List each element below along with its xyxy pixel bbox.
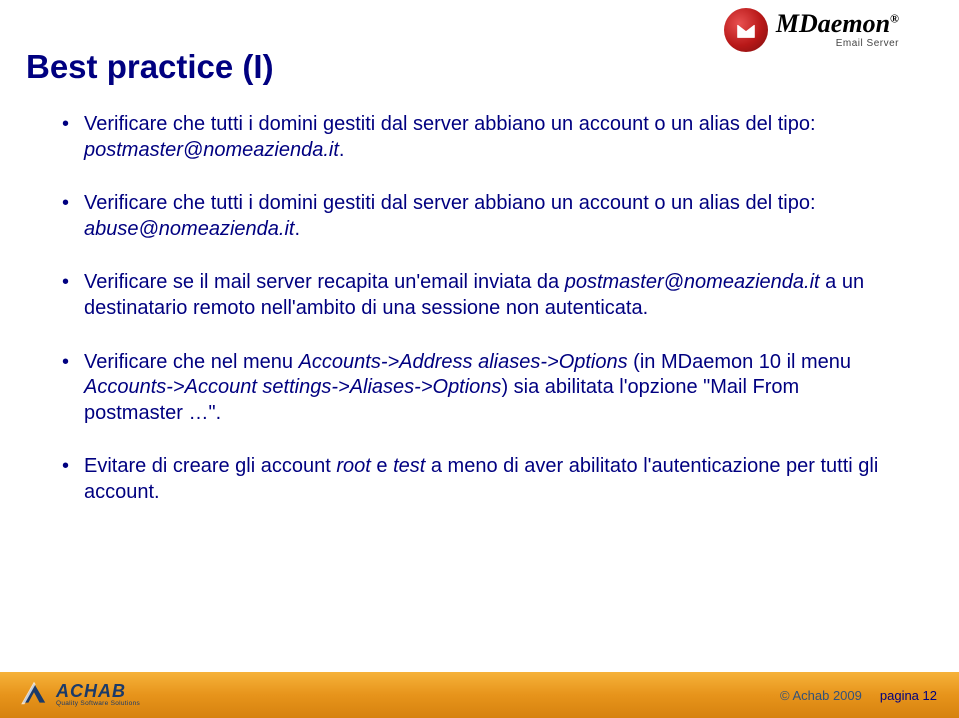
bullet-item: Verificare se il mail server recapita un…	[58, 270, 901, 321]
bullet-item: Verificare che tutti i domini gestiti da…	[58, 191, 901, 242]
achab-logo: ACHAB Quality Software Solutions	[18, 678, 140, 713]
bullet-item: Verificare che nel menu Accounts->Addres…	[58, 350, 901, 427]
slide-body: Verificare che tutti i domini gestiti da…	[58, 112, 901, 534]
page-title: Best practice (I)	[26, 48, 274, 86]
page-number: pagina 12	[880, 688, 937, 703]
footer-bar: ACHAB Quality Software Solutions © Achab…	[0, 672, 959, 718]
mdaemon-logo-mark-icon	[724, 8, 768, 52]
achab-logo-name: ACHAB	[56, 682, 140, 700]
bullet-item: Verificare che tutti i domini gestiti da…	[58, 112, 901, 163]
achab-logo-icon	[18, 678, 50, 713]
mdaemon-logo: MDaemon® Email Server	[724, 8, 899, 52]
bullet-item: Evitare di creare gli account root e tes…	[58, 454, 901, 505]
mdaemon-logo-name: MDaemon®	[776, 11, 899, 37]
achab-logo-tagline: Quality Software Solutions	[56, 701, 140, 708]
mdaemon-logo-sub: Email Server	[836, 39, 899, 49]
copyright-text: © Achab 2009	[780, 688, 862, 703]
